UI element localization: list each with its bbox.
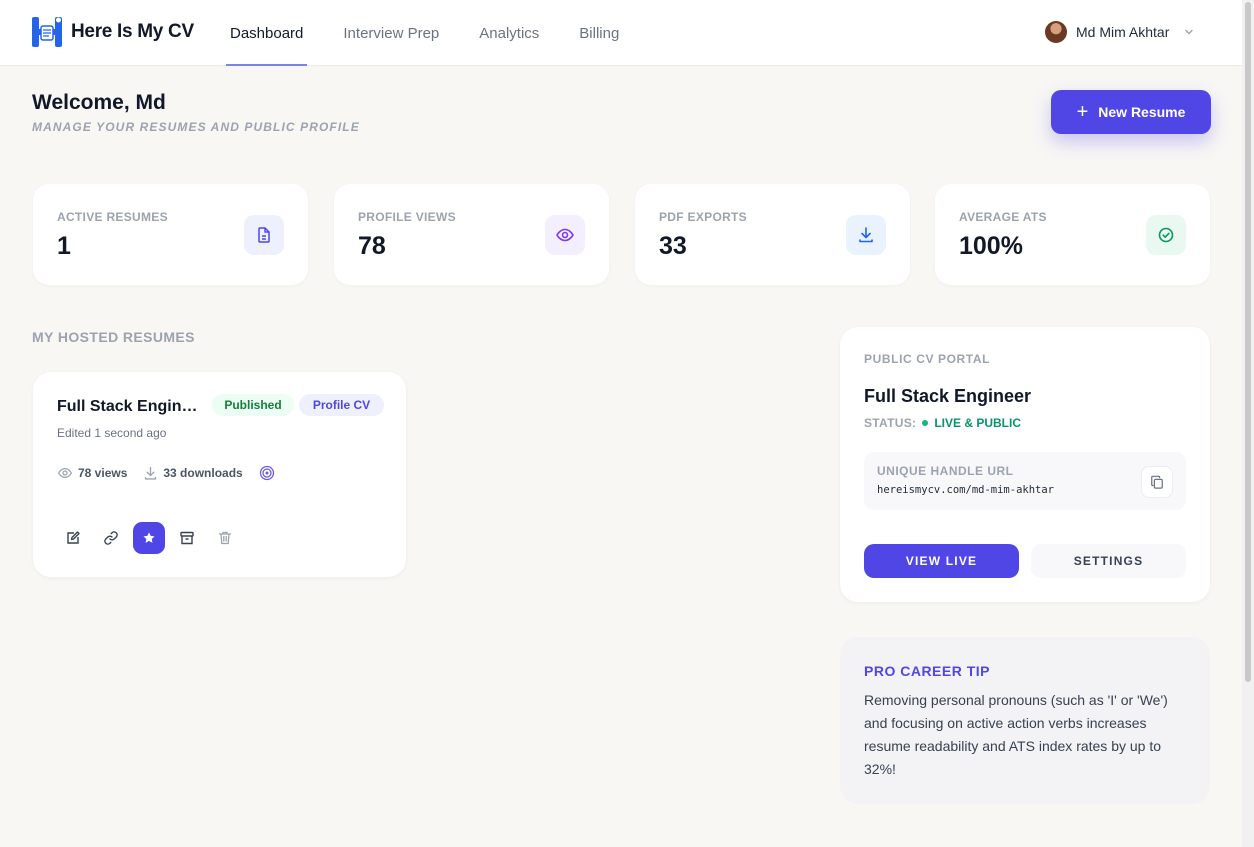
avatar [1045,21,1067,43]
star-icon [143,532,155,543]
nav-interview-prep[interactable]: Interview Prep [339,0,443,66]
tip-body: Removing personal pronouns (such as 'I' … [864,692,1168,777]
resume-metrics: 78 views 33 downloads [57,465,275,481]
url-value[interactable]: hereismycv.com/md-mim-akhtar [877,484,1054,496]
downloads-metric: 33 downloads [143,466,243,481]
new-resume-label: New Resume [1098,104,1186,120]
live-dot-icon [922,420,929,426]
check-circle-icon [1146,215,1186,255]
stat-label: PDF EXPORTS [659,210,747,224]
status-value: LIVE & PUBLIC [934,416,1021,430]
page-title: Welcome, Md [32,91,166,114]
status-key: STATUS: [864,416,917,430]
stat-value: 1 [57,232,71,260]
archive-icon [180,531,194,545]
brand-logo[interactable]: Here Is My CV [31,16,194,48]
pro-tip-card: PRO CAREER TIP Removing personal pronoun… [840,637,1210,804]
settings-button[interactable]: SETTINGS [1031,544,1186,578]
stat-value: 78 [358,232,386,260]
stat-label: AVERAGE ATS [959,210,1047,224]
brand-name: Here Is My CV [71,21,194,42]
downloads-count: 33 downloads [163,466,243,480]
view-live-button[interactable]: VIEW LIVE [864,544,1019,578]
archive-button[interactable] [171,522,203,554]
set-primary-button[interactable] [133,522,165,554]
download-icon [846,215,886,255]
user-name: Md Mim Akhtar [1076,24,1170,40]
url-label: UNIQUE HANDLE URL [877,464,1014,478]
portal-title: Full Stack Engineer [864,386,1032,406]
copy-url-button[interactable] [1141,466,1173,498]
scrollbar-thumb[interactable] [1245,2,1251,682]
views-count: 78 views [78,466,128,480]
eye-icon [57,467,73,479]
pencil-icon [67,531,80,544]
top-navbar: Here Is My CV Dashboard Interview Prep A… [0,0,1242,66]
copy-icon [1151,475,1163,489]
resume-card[interactable]: Full Stack Engineer Published Profile CV… [33,372,406,577]
views-metric: 78 views [57,465,127,481]
handle-url-box: UNIQUE HANDLE URL hereismycv.com/md-mim-… [864,452,1186,510]
document-icon [244,215,284,255]
link-icon [104,531,118,545]
stat-value: 33 [659,232,687,260]
download-icon [145,466,157,480]
main-nav: Dashboard Interview Prep Analytics Billi… [226,0,655,66]
trash-icon [218,531,232,545]
type-badge: Profile CV [299,394,384,416]
plus-icon: + [1076,101,1089,123]
target-icon[interactable] [259,465,275,481]
page-subtitle: MANAGE YOUR RESUMES AND PUBLIC PROFILE [32,120,360,134]
portal-label: PUBLIC CV PORTAL [864,352,991,366]
status-badge: Published [212,394,294,416]
stat-label: ACTIVE RESUMES [57,210,168,224]
stat-card-profile-views: PROFILE VIEWS 78 [334,184,609,285]
edit-button[interactable] [57,522,89,554]
section-title-hosted-resumes: MY HOSTED RESUMES [32,329,195,345]
stat-card-average-ats: AVERAGE ATS 100% [935,184,1210,285]
public-cv-portal-card: PUBLIC CV PORTAL Full Stack Engineer STA… [840,327,1210,602]
edited-timestamp: Edited 1 second ago [57,426,167,440]
copy-link-button[interactable] [95,522,127,554]
delete-button[interactable] [209,522,241,554]
eye-icon [545,215,585,255]
chevron-down-icon [1185,29,1194,35]
resume-actions [57,522,241,554]
tip-title: PRO CAREER TIP [864,663,991,679]
stat-label: PROFILE VIEWS [358,210,456,224]
stat-card-pdf-exports: PDF EXPORTS 33 [635,184,910,285]
resume-title[interactable]: Full Stack Engineer [57,398,199,416]
nav-dashboard[interactable]: Dashboard [226,0,308,66]
logo-icon [32,17,62,47]
nav-billing[interactable]: Billing [575,0,623,66]
portal-status: STATUS: LIVE & PUBLIC [864,416,1021,430]
stat-card-active-resumes: ACTIVE RESUMES 1 [33,184,308,285]
nav-analytics[interactable]: Analytics [475,0,543,66]
new-resume-button[interactable]: + New Resume [1051,90,1211,134]
user-menu[interactable]: Md Mim Akhtar [1045,21,1194,43]
stat-value: 100% [959,232,1023,260]
